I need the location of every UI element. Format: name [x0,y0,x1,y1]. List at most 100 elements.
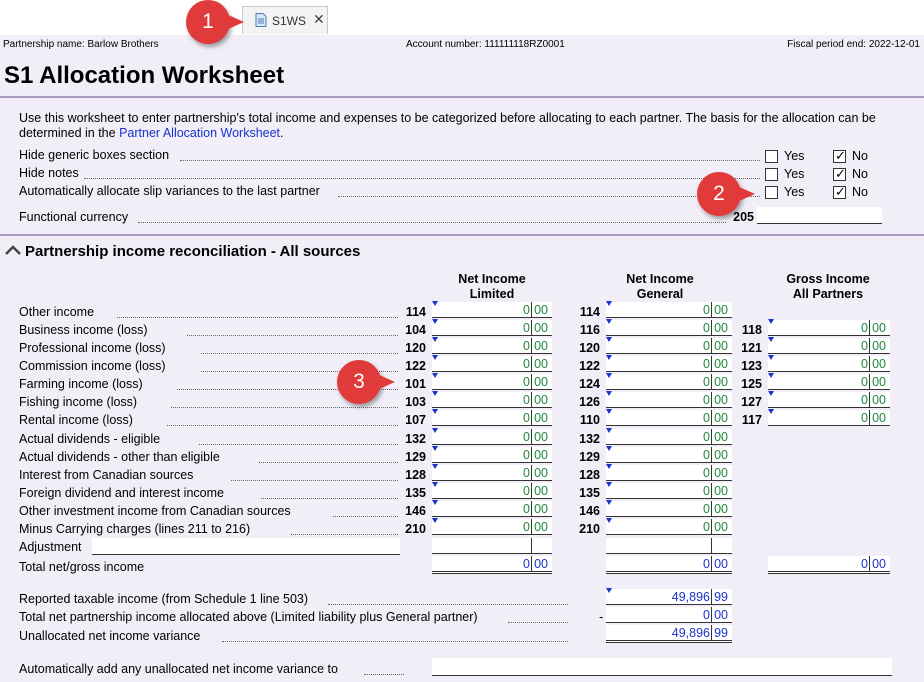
amount-input[interactable]: 0 00 [606,319,732,336]
amount-input[interactable]: 0 00 [432,428,552,445]
partner-allocation-link[interactable]: Partner Allocation Worksheet [119,126,280,140]
auto-allocate-no-checkbox[interactable]: ✓ [833,184,846,199]
dots [171,407,398,408]
amount-input[interactable]: 0 00 [432,409,552,426]
callout-2: 2 [697,172,755,216]
chevron-up-icon[interactable] [4,243,22,260]
dots [364,674,404,675]
adjustment-limited-input[interactable] [432,538,552,554]
triangle-indicator-icon [606,355,612,360]
amount-input[interactable]: 0 00 [606,464,732,481]
triangle-indicator-icon [606,500,612,505]
amount-input[interactable]: 0 00 [432,355,552,372]
hide-notes-yes-checkbox[interactable] [765,168,778,181]
amount-input[interactable]: 0 00 [606,391,732,408]
line-number: 110 [579,413,600,427]
amount-input[interactable]: 0 00 [768,409,890,426]
adjustment-label: Adjustment [19,540,82,554]
triangle-indicator-icon [606,518,612,523]
amount-input[interactable]: 0 00 [768,337,890,354]
auto-add-select[interactable] [432,658,892,676]
amount-input[interactable]: 0 00 [606,409,732,426]
unallocated-variance-value: 49,896 99 [606,625,732,643]
line-number: 101 [405,377,426,391]
hide-generic-yes-checkbox[interactable] [765,150,778,163]
amount-input[interactable]: 0 00 [432,301,552,318]
amount-input[interactable]: 0 00 [768,373,890,390]
column-head-limited: Net Income Limited [458,272,526,301]
reported-income-value[interactable]: 49,896 99 [606,588,732,605]
functional-currency-label: Functional currency [19,210,129,224]
triangle-indicator-icon [432,482,438,487]
callout-3: 3 [337,360,395,404]
line-number: 210 [579,522,600,536]
amount-input[interactable]: 0 00 [606,301,732,318]
adjustment-general-input[interactable] [606,538,732,554]
hide-notes-no-checkbox[interactable]: ✓ [833,166,846,181]
functional-currency-input[interactable] [757,207,882,224]
amount-input[interactable]: 0 00 [606,355,732,372]
auto-add-label: Automatically add any unallocated net in… [19,662,338,676]
dots [138,222,726,223]
line-number: 126 [579,395,600,409]
triangle-indicator-icon [768,337,774,342]
row-label: Business income (loss) [19,323,148,337]
amount-input[interactable]: 0 00 [606,428,732,445]
line-number: 103 [405,395,426,409]
dots [222,641,568,642]
total-limited: 0 00 [432,556,552,574]
amount-input[interactable]: 0 00 [606,373,732,390]
amount-input[interactable]: 0 00 [432,319,552,336]
dots [333,516,398,517]
no-label: No [852,167,868,181]
callout-1: 1 [186,0,244,44]
row-label: Rental income (loss) [19,413,133,427]
row-label: Minus Carrying charges (lines 211 to 216… [19,522,251,536]
amount-input[interactable]: 0 00 [432,446,552,463]
row-label: Farming income (loss) [19,377,143,391]
amount-input[interactable]: 0 00 [606,518,732,535]
divider [0,96,924,98]
amount-input[interactable]: 0 00 [606,500,732,517]
line-number: 135 [405,486,426,500]
intro-text: Use this worksheet to enter partnership'… [19,111,876,140]
amount-input[interactable]: 0 00 [432,391,552,408]
auto-allocate-yes-checkbox[interactable] [765,186,778,199]
amount-input[interactable]: 0 00 [432,464,552,481]
fiscal-period-end: Fiscal period end: 2022-12-01 [787,39,920,50]
amount-input[interactable]: 0 00 [432,337,552,354]
yes-label: Yes [784,149,805,163]
amount-input[interactable]: 0 00 [432,373,552,390]
checkmark-icon: ✓ [835,148,846,163]
checkmark-icon: ✓ [835,166,846,181]
amount-input[interactable]: 0 00 [606,482,732,499]
hide-generic-no-checkbox[interactable]: ✓ [833,148,846,163]
triangle-indicator-icon [432,319,438,324]
column-head-general: Net Income General [626,272,694,301]
dots [201,353,398,354]
line-number: 128 [579,468,600,482]
amount-input[interactable]: 0 00 [432,518,552,535]
adjustment-description-input[interactable] [92,538,400,555]
row-label: Other investment income from Canadian so… [19,504,291,518]
triangle-indicator-icon [606,301,612,306]
triangle-indicator-icon [606,464,612,469]
amount-input[interactable]: 0 00 [606,337,732,354]
amount-input[interactable]: 0 00 [768,319,890,336]
dots [231,480,398,481]
amount-input[interactable]: 0 00 [432,500,552,517]
amount-input[interactable]: 0 00 [768,391,890,408]
close-icon[interactable]: ✕ [313,11,325,28]
line-number: 121 [741,341,762,355]
option-hide-generic-label: Hide generic boxes section [19,148,170,162]
line-number: 120 [405,341,426,355]
amount-input[interactable]: 0 00 [606,446,732,463]
amount-input[interactable]: 0 00 [432,482,552,499]
divider [0,234,924,236]
yes-label: Yes [784,167,805,181]
amount-input[interactable]: 0 00 [768,355,890,372]
line-number: 135 [579,486,600,500]
tab-s1ws[interactable]: S1WS ✕ [242,6,328,34]
section-title: Partnership income reconciliation - All … [25,243,361,260]
row-label: Interest from Canadian sources [19,468,194,482]
